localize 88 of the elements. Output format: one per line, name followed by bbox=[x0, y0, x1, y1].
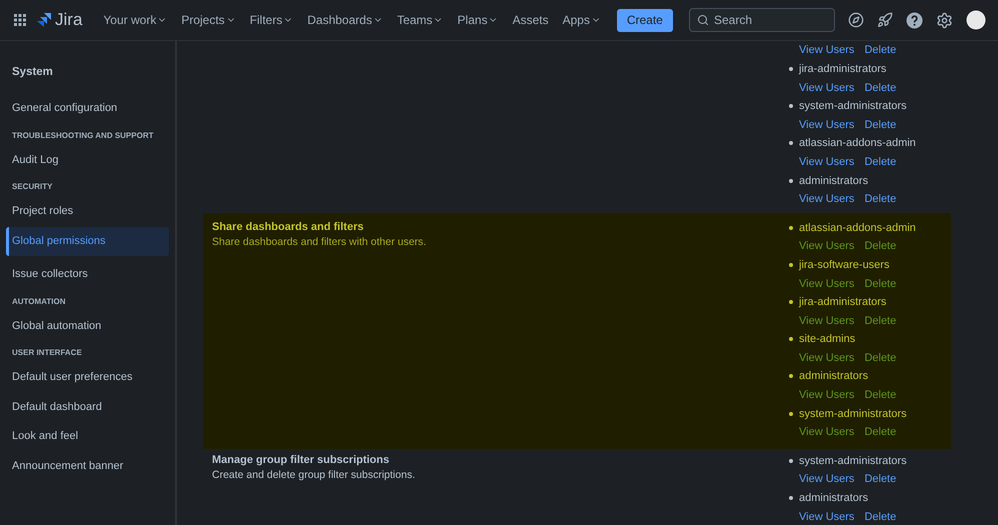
sidebar-item[interactable]: Audit Log bbox=[6, 146, 169, 175]
view-users-link[interactable]: View Users bbox=[799, 44, 854, 56]
bullet-icon bbox=[789, 412, 793, 416]
bullet-icon bbox=[789, 300, 793, 304]
sidebar-heading: TROUBLESHOOTING AND SUPPORT bbox=[11, 130, 154, 140]
view-users-link[interactable]: View Users bbox=[799, 389, 854, 402]
view-users-link[interactable]: View Users bbox=[799, 510, 854, 523]
nav-menu-item[interactable]: Filters bbox=[242, 9, 300, 31]
delete-link[interactable]: Delete bbox=[864, 156, 896, 168]
sidebar-item[interactable]: Default dashboard bbox=[6, 392, 169, 422]
delete-link[interactable]: Delete bbox=[864, 278, 896, 290]
view-users-link[interactable]: View Users bbox=[799, 426, 854, 438]
sidebar-item[interactable]: Project roles bbox=[6, 197, 169, 226]
sidebar-item[interactable]: Look and feel bbox=[6, 422, 169, 452]
sidebar-item[interactable]: Announcement banner bbox=[6, 452, 169, 481]
sidebar-item[interactable]: Default user preferences bbox=[6, 363, 169, 392]
bullet-icon bbox=[789, 337, 793, 342]
delete-link[interactable]: Delete bbox=[864, 240, 896, 252]
group-name: atlassian-addons-admin bbox=[799, 137, 916, 150]
view-users-link[interactable]: View Users bbox=[799, 193, 854, 206]
delete-link[interactable]: Delete bbox=[864, 82, 896, 94]
bullet-icon bbox=[789, 496, 793, 500]
sidebar-item[interactable]: General configuration bbox=[6, 94, 169, 124]
view-users-link[interactable]: View Users bbox=[799, 278, 854, 290]
sidebar-item[interactable]: Issue collectors bbox=[6, 260, 169, 290]
delete-link[interactable]: Delete bbox=[864, 389, 896, 402]
group-name: atlassian-addons-admin bbox=[799, 222, 916, 234]
group-name: system-administrators bbox=[799, 100, 907, 112]
group-name: jira-administrators bbox=[799, 296, 886, 308]
nav-menu-item[interactable]: Teams bbox=[390, 9, 450, 31]
compass-icon[interactable] bbox=[848, 12, 864, 28]
delete-link[interactable]: Delete bbox=[864, 193, 896, 206]
group-name: jira-administrators bbox=[799, 62, 886, 75]
bullet-icon bbox=[789, 262, 793, 267]
sidebar-heading: USER INTERFACE bbox=[11, 347, 83, 358]
view-users-link[interactable]: View Users bbox=[799, 118, 854, 131]
delete-link[interactable]: Delete bbox=[864, 473, 896, 486]
view-users-link[interactable]: View Users bbox=[799, 240, 854, 252]
bullet-icon bbox=[789, 178, 793, 183]
nav-menu-item[interactable]: Plans bbox=[450, 9, 506, 31]
help-icon[interactable] bbox=[906, 12, 923, 28]
permission-description: Create and delete group filter subscriptions. bbox=[212, 468, 416, 482]
bullet-icon bbox=[789, 458, 793, 463]
settings-icon[interactable] bbox=[936, 12, 953, 28]
delete-link[interactable]: Delete bbox=[864, 44, 896, 56]
group-name: administrators bbox=[799, 370, 868, 382]
create-button[interactable]: Create bbox=[616, 8, 673, 32]
group-name: administrators bbox=[799, 174, 868, 187]
avatar[interactable] bbox=[966, 10, 986, 30]
group-name: administrators bbox=[799, 492, 868, 504]
nav-menu-item[interactable]: Assets bbox=[505, 9, 556, 31]
rocket-icon[interactable] bbox=[877, 12, 893, 28]
sidebar-heading: SECURITY bbox=[11, 181, 54, 192]
search-icon bbox=[697, 14, 709, 26]
search-field[interactable]: Search bbox=[689, 8, 835, 32]
view-users-link[interactable]: View Users bbox=[799, 82, 854, 94]
view-users-link[interactable]: View Users bbox=[799, 352, 854, 364]
bullet-icon bbox=[789, 226, 793, 230]
delete-link[interactable]: Delete bbox=[864, 510, 896, 523]
permission-title: Manage group filter subscriptions bbox=[212, 452, 390, 468]
jira-logo-icon bbox=[36, 12, 52, 28]
delete-link[interactable]: Delete bbox=[864, 314, 896, 327]
sidebar-heading: AUTOMATION bbox=[11, 296, 66, 306]
delete-link[interactable]: Delete bbox=[864, 118, 896, 131]
bullet-icon bbox=[789, 374, 793, 378]
group-name: system-administrators bbox=[799, 408, 907, 420]
view-users-link[interactable]: View Users bbox=[799, 156, 854, 168]
product-name[interactable]: Jira bbox=[55, 10, 82, 30]
bullet-icon bbox=[789, 104, 793, 108]
permission-description: Share dashboards and filters with other users. bbox=[212, 234, 428, 249]
delete-link[interactable]: Delete bbox=[864, 426, 896, 438]
group-name: site-admins bbox=[799, 333, 856, 346]
sidebar-title: System bbox=[11, 65, 54, 80]
app-grid-icon[interactable] bbox=[14, 14, 26, 26]
group-name: jira-software-users bbox=[799, 258, 890, 271]
group-name: system-administrators bbox=[799, 454, 907, 467]
view-users-link[interactable]: View Users bbox=[799, 314, 854, 327]
bullet-icon bbox=[789, 141, 793, 146]
nav-menu-item[interactable]: Your work bbox=[96, 9, 174, 31]
nav-menu-item[interactable]: Apps bbox=[555, 9, 608, 31]
permission-title: Share dashboards and filters bbox=[212, 220, 365, 235]
nav-menu-item[interactable]: Projects bbox=[174, 9, 243, 31]
view-users-link[interactable]: View Users bbox=[799, 473, 854, 486]
delete-link[interactable]: Delete bbox=[864, 352, 896, 364]
nav-menu-item[interactable]: Dashboards bbox=[300, 9, 390, 31]
bullet-icon bbox=[789, 66, 793, 71]
sidebar-item[interactable]: Global permissions bbox=[6, 226, 169, 256]
sidebar-item[interactable]: Global automation bbox=[6, 312, 169, 341]
